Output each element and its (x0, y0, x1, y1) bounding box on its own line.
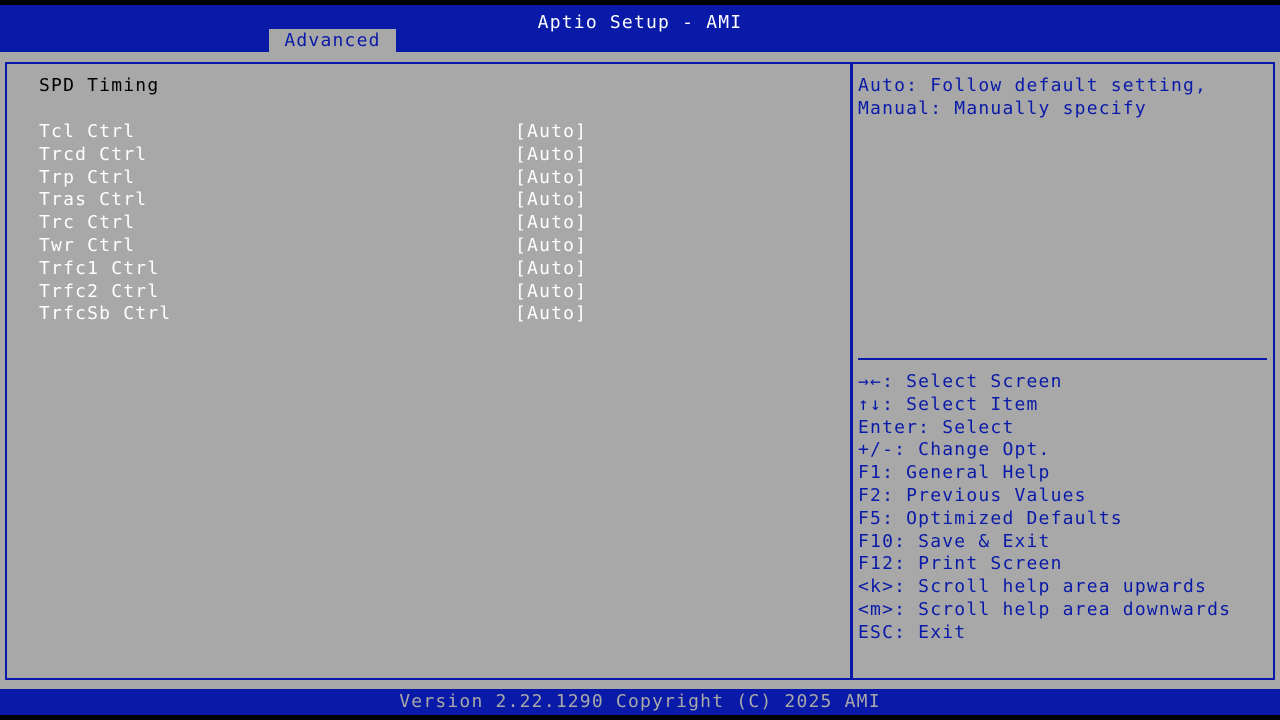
key-scroll-up: <k>: Scroll help area upwards (858, 576, 1208, 598)
setting-label: Trfc2 Ctrl (39, 280, 160, 302)
setting-trfcsb-ctrl[interactable]: TrfcSb Ctrl [Auto] (39, 303, 599, 326)
bottom-border (0, 715, 1280, 720)
key-save-exit: F10: Save & Exit (858, 530, 1051, 552)
setting-value[interactable]: [Auto] (515, 189, 587, 212)
key-general-help: F1: General Help (858, 462, 1051, 484)
tab-advanced[interactable]: Advanced (269, 29, 396, 52)
setting-value[interactable]: [Auto] (515, 235, 587, 258)
key-scroll-down: <m>: Scroll help area downwards (858, 598, 1232, 620)
key-select-screen: →←: Select Screen (858, 371, 1063, 392)
setting-trcd-ctrl[interactable]: Trcd Ctrl [Auto] (39, 144, 599, 167)
app-title: Aptio Setup - AMI (537, 12, 743, 33)
setting-label: TrfcSb Ctrl (39, 303, 172, 325)
section-title: SPD Timing (39, 75, 160, 96)
version-text: Version 2.22.1290 Copyright (C) 2025 AMI (399, 691, 881, 712)
setting-trc-ctrl[interactable]: Trc Ctrl [Auto] (39, 212, 599, 235)
setting-value[interactable]: [Auto] (515, 281, 587, 304)
setting-label: Tcl Ctrl (39, 121, 136, 142)
help-line: Manual: Manually specify (858, 97, 1147, 119)
key-enter-select: Enter: Select (858, 416, 1015, 438)
key-previous-values: F2: Previous Values (858, 484, 1087, 506)
setting-label: Twr Ctrl (39, 234, 136, 256)
setting-label: Trcd Ctrl (39, 143, 148, 165)
setting-trfc2-ctrl[interactable]: Trfc2 Ctrl [Auto] (39, 281, 599, 304)
setting-value[interactable]: [Auto] (515, 121, 587, 144)
help-divider (858, 358, 1267, 360)
footer-bar: Version 2.22.1290 Copyright (C) 2025 AMI (0, 689, 1280, 715)
setting-trp-ctrl[interactable]: Trp Ctrl [Auto] (39, 167, 599, 190)
help-text: Auto: Follow default setting, Manual: Ma… (858, 75, 1258, 121)
header-bar: Aptio Setup - AMI Advanced (0, 5, 1280, 52)
key-change-opt: +/-: Change Opt. (858, 439, 1051, 461)
setting-label: Trc Ctrl (39, 212, 136, 234)
key-select-item: ↑↓: Select Item (858, 393, 1039, 415)
key-esc-exit: ESC: Exit (858, 621, 967, 643)
setting-twr-ctrl[interactable]: Twr Ctrl [Auto] (39, 235, 599, 258)
setting-label: Tras Ctrl (39, 189, 148, 211)
settings-list: Tcl Ctrl [Auto] Trcd Ctrl [Auto] Trp Ctr… (39, 121, 599, 326)
setting-tras-ctrl[interactable]: Tras Ctrl [Auto] (39, 189, 599, 212)
setting-value[interactable]: [Auto] (515, 167, 587, 190)
setting-value[interactable]: [Auto] (515, 212, 587, 235)
setting-label: Trfc1 Ctrl (39, 257, 160, 279)
setting-tcl-ctrl[interactable]: Tcl Ctrl [Auto] (39, 121, 599, 144)
setting-value[interactable]: [Auto] (515, 144, 587, 167)
key-optimized-defaults: F5: Optimized Defaults (858, 507, 1123, 529)
setting-label: Trp Ctrl (39, 166, 136, 188)
key-print-screen: F12: Print Screen (858, 553, 1063, 575)
key-legend: →←: Select Screen ↑↓: Select Item Enter:… (858, 371, 1273, 645)
setting-trfc1-ctrl[interactable]: Trfc1 Ctrl [Auto] (39, 258, 599, 281)
setting-value[interactable]: [Auto] (515, 303, 587, 326)
help-line: Auto: Follow default setting, (858, 75, 1208, 96)
setting-value[interactable]: [Auto] (515, 258, 587, 281)
